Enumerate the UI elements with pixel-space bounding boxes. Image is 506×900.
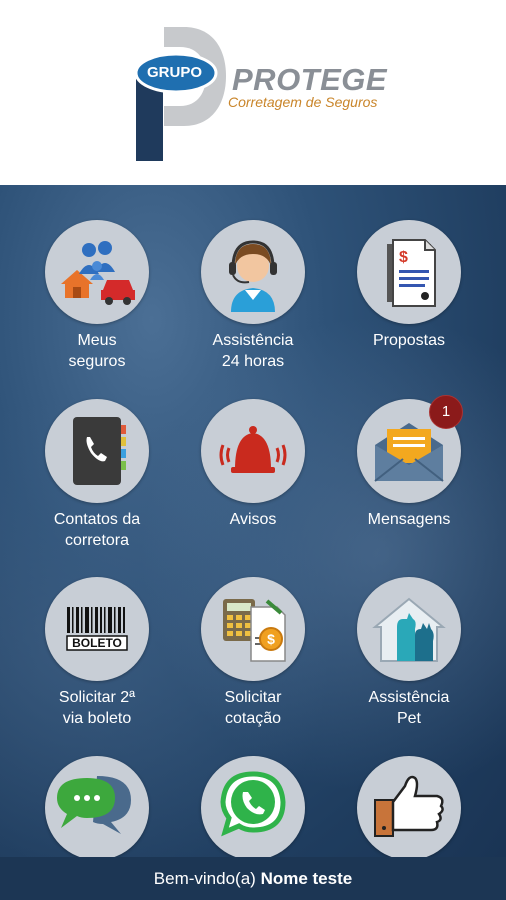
boleto-icon-text: BOLETO: [72, 636, 122, 650]
tile-label: Contatos da corretora: [53, 511, 141, 549]
alarm-bell-icon: [201, 399, 305, 503]
tile-label: Solicitar cotação: [224, 689, 282, 727]
svg-text:$: $: [267, 631, 275, 647]
logo-tagline: Corretagem de Seguros: [228, 94, 378, 110]
tile-pet[interactable]: Assistência Pet: [331, 577, 487, 729]
tile-chat[interactable]: [19, 756, 175, 857]
family-house-car-icon: [45, 220, 149, 324]
whatsapp-icon: [201, 756, 305, 857]
phone-book-icon: [45, 399, 149, 503]
pet-house-icon: [357, 577, 461, 681]
tile-meus-seguros[interactable]: Meus seguros: [19, 220, 175, 372]
tile-mensagens[interactable]: 1 Mensagens: [331, 395, 487, 530]
document-dollar-icon: $: [357, 220, 461, 324]
tile-like[interactable]: [331, 756, 487, 857]
logo-grupo-text: GRUPO: [147, 64, 203, 81]
header: GRUPO PROTEGE Corretagem de Seguros: [0, 0, 506, 185]
logo-brand-text: PROTEGE: [232, 62, 388, 97]
welcome-footer: Bem-vindo(a) Nome teste: [0, 857, 506, 900]
tile-contatos[interactable]: Contatos da corretora: [19, 399, 175, 551]
thumbs-up-icon: [357, 756, 461, 857]
chat-bubbles-icon: [45, 756, 149, 857]
tile-boleto[interactable]: BOLETO Solicitar 2ª via boleto: [19, 577, 175, 729]
tile-label: Solicitar 2ª via boleto: [58, 689, 136, 727]
user-name: Nome teste: [260, 869, 353, 888]
tile-assistencia-24[interactable]: Assistência 24 horas: [175, 220, 331, 372]
tile-label: Mensagens: [367, 511, 451, 528]
unread-count-badge: 1: [429, 395, 463, 429]
svg-text:$: $: [399, 249, 408, 266]
welcome-greeting: Bem-vindo(a): [153, 869, 256, 888]
tile-propostas[interactable]: $ Propostas: [331, 220, 487, 351]
tile-label: Assistência Pet: [368, 689, 450, 727]
calculator-coin-icon: $: [201, 577, 305, 681]
tile-whatsapp[interactable]: [175, 756, 331, 857]
headset-agent-icon: [201, 220, 305, 324]
envelope-icon: 1: [357, 395, 463, 503]
tile-label: Assistência 24 horas: [212, 332, 294, 370]
tile-label: Meus seguros: [68, 332, 126, 370]
menu-grid: Meus seguros Assistência 24 horas $ Prop…: [0, 185, 506, 857]
barcode-boleto-icon: BOLETO: [45, 577, 149, 681]
tile-label: Propostas: [372, 332, 446, 349]
tile-avisos[interactable]: Avisos: [175, 399, 331, 530]
tile-cotacao[interactable]: $ Solicitar cotação: [175, 577, 331, 729]
tile-label: Avisos: [229, 511, 277, 528]
